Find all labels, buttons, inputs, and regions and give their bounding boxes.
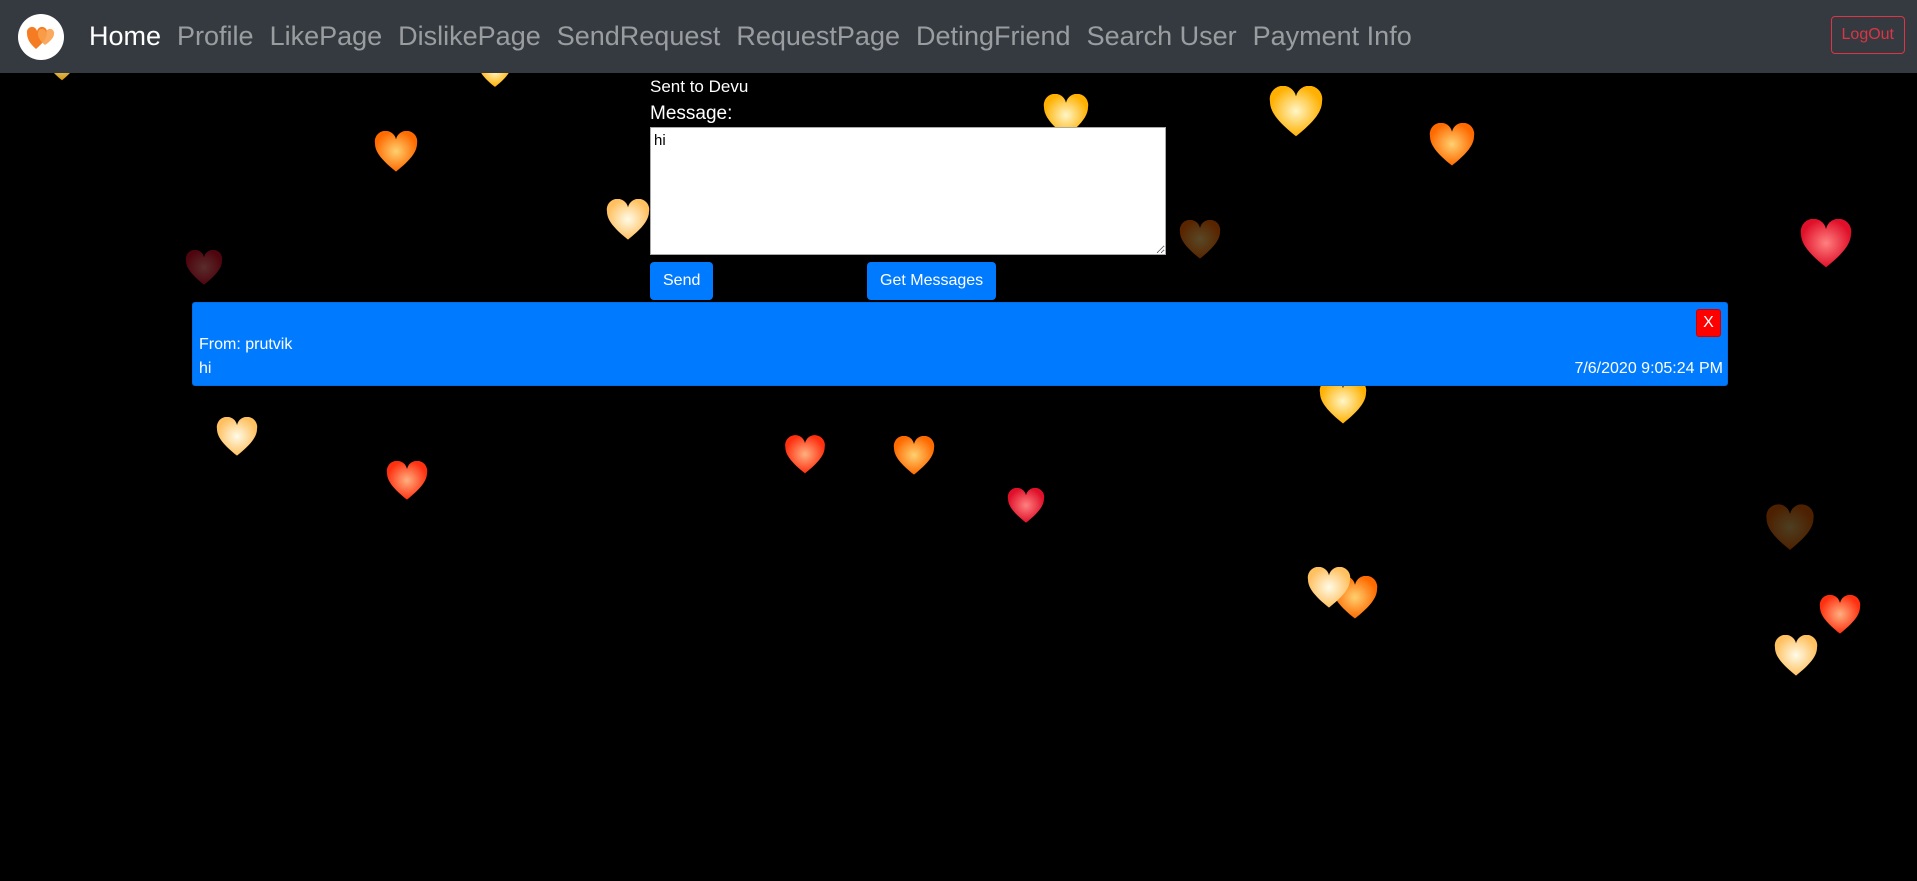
nav-link-likepage[interactable]: LikePage bbox=[262, 21, 391, 52]
form-actions: Send Get Messages bbox=[650, 262, 1166, 300]
message-text: hi bbox=[199, 360, 212, 377]
brand-logo[interactable] bbox=[18, 14, 64, 60]
heart-logo-icon bbox=[26, 26, 55, 49]
nav-link-requestpage[interactable]: RequestPage bbox=[728, 21, 908, 52]
message-sender: From: prutvik bbox=[199, 336, 293, 353]
message-card: X From: prutvik hi 7/6/2020 9:05:24 PM bbox=[192, 302, 1728, 386]
heart-bokeh-icon bbox=[605, 199, 651, 241]
close-message-button[interactable]: X bbox=[1696, 309, 1721, 337]
heart-bokeh-icon bbox=[1427, 123, 1477, 167]
top-navbar: Home Profile LikePage DislikePage SendRe… bbox=[0, 0, 1917, 73]
heart-bokeh-icon bbox=[1305, 567, 1353, 609]
heart-bokeh-icon bbox=[1005, 488, 1047, 524]
message-form: Sent to Devu Message: hi Send Get Messag… bbox=[650, 76, 1166, 300]
nav-link-sendrequest[interactable]: SendRequest bbox=[549, 21, 729, 52]
nav-link-detingfriend[interactable]: DetingFriend bbox=[908, 21, 1079, 52]
recipient-label: Sent to Devu bbox=[650, 77, 749, 96]
message-timestamp: 7/6/2020 9:05:24 PM bbox=[1574, 360, 1723, 377]
heart-bokeh-icon bbox=[214, 417, 260, 457]
message-input[interactable]: hi bbox=[650, 127, 1166, 255]
heart-bokeh-icon bbox=[373, 131, 419, 173]
heart-bokeh-icon bbox=[1815, 595, 1865, 635]
nav-link-home[interactable]: Home bbox=[81, 21, 169, 52]
heart-bokeh-icon bbox=[1267, 86, 1325, 138]
message-label: Message: bbox=[650, 103, 733, 124]
nav-link-dislikepage[interactable]: DislikePage bbox=[390, 21, 549, 52]
heart-bokeh-icon bbox=[1799, 219, 1853, 269]
send-button[interactable]: Send bbox=[650, 262, 714, 300]
heart-bokeh-icon bbox=[1765, 498, 1815, 558]
heart-bokeh-icon bbox=[784, 435, 826, 475]
heart-bokeh-icon bbox=[385, 461, 429, 501]
heart-bokeh-icon bbox=[184, 250, 224, 286]
logout-button[interactable]: LogOut bbox=[1830, 16, 1905, 54]
nav-links: Home Profile LikePage DislikePage SendRe… bbox=[81, 0, 1420, 73]
nav-link-profile[interactable]: Profile bbox=[169, 21, 262, 52]
nav-link-payment-info[interactable]: Payment Info bbox=[1245, 21, 1420, 52]
heart-bokeh-icon bbox=[892, 436, 936, 476]
nav-link-search-user[interactable]: Search User bbox=[1079, 21, 1245, 52]
get-messages-button[interactable]: Get Messages bbox=[867, 262, 997, 300]
page: Home Profile LikePage DislikePage SendRe… bbox=[0, 0, 1917, 881]
heart-bokeh-icon bbox=[1771, 635, 1821, 677]
heart-bokeh-icon bbox=[1178, 220, 1222, 260]
